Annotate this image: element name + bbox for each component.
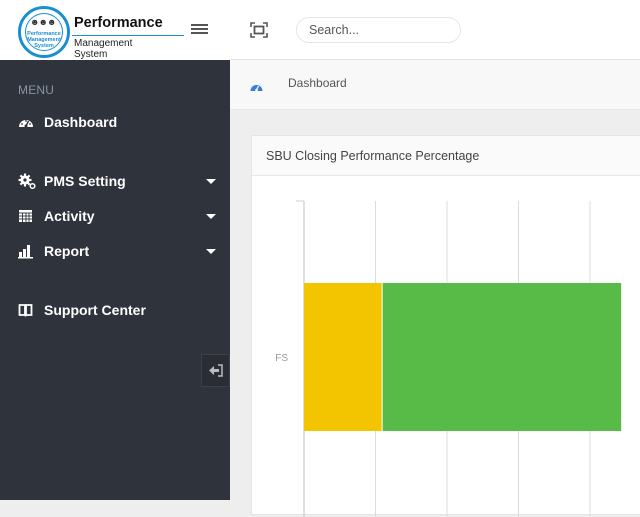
menu-section-label: MENU	[18, 83, 55, 97]
sidebar-item-label: PMS Setting	[44, 173, 126, 189]
sidebar-item-label: Support Center	[44, 302, 146, 318]
breadcrumb-dashboard-link[interactable]: Dashboard	[288, 76, 347, 90]
bar-chart-icon	[18, 243, 34, 259]
card-title: SBU Closing Performance Percentage	[266, 149, 480, 163]
logo-subtitle: Management System	[74, 38, 133, 60]
chevron-down-icon	[206, 214, 216, 219]
sidebar: MENU Dashboard PMS Setting Activity Repo…	[0, 60, 230, 500]
calendar-grid-icon	[18, 208, 34, 224]
top-bar	[230, 0, 640, 60]
card-header: SBU Closing Performance Percentage	[252, 136, 640, 176]
logo-area: ☻☻☻ Performance Management System Perfor…	[0, 0, 230, 60]
breadcrumb: Dashboard	[230, 60, 640, 110]
sbu-performance-chart: FS	[275, 200, 622, 517]
sidebar-item-label: Dashboard	[44, 114, 118, 130]
hamburger-menu-icon[interactable]	[190, 22, 210, 38]
search-input[interactable]	[296, 17, 461, 43]
sidebar-item-support-center[interactable]: Support Center	[0, 295, 230, 325]
chevron-down-icon	[206, 249, 216, 254]
dashboard-gauge-icon	[18, 114, 34, 130]
sidebar-item-dashboard[interactable]: Dashboard	[0, 107, 230, 137]
sidebar-item-label: Report	[44, 243, 90, 259]
fullscreen-icon[interactable]	[250, 22, 268, 38]
sbu-performance-card: SBU Closing Performance Percentage FS	[251, 135, 640, 517]
logo-badge-text: Performance Management System	[27, 31, 61, 49]
bar-segment	[382, 283, 622, 431]
sidebar-item-activity[interactable]: Activity	[0, 201, 230, 231]
chevron-down-icon	[206, 179, 216, 184]
sidebar-item-report[interactable]: Report	[0, 236, 230, 266]
category-label: FS	[275, 353, 288, 364]
bar-segment	[304, 283, 382, 431]
logo-title: Performance	[74, 15, 163, 31]
book-icon	[18, 302, 34, 318]
collapse-sidebar-button[interactable]	[201, 354, 230, 387]
gears-icon	[18, 173, 36, 190]
logo-badge-icon: ☻☻☻ Performance Management System	[18, 6, 70, 58]
logo[interactable]: ☻☻☻ Performance Management System Perfor…	[18, 6, 184, 60]
dashboard-gauge-icon	[250, 79, 263, 92]
sidebar-item-label: Activity	[44, 208, 95, 224]
sidebar-item-pms-setting[interactable]: PMS Setting	[0, 166, 230, 196]
